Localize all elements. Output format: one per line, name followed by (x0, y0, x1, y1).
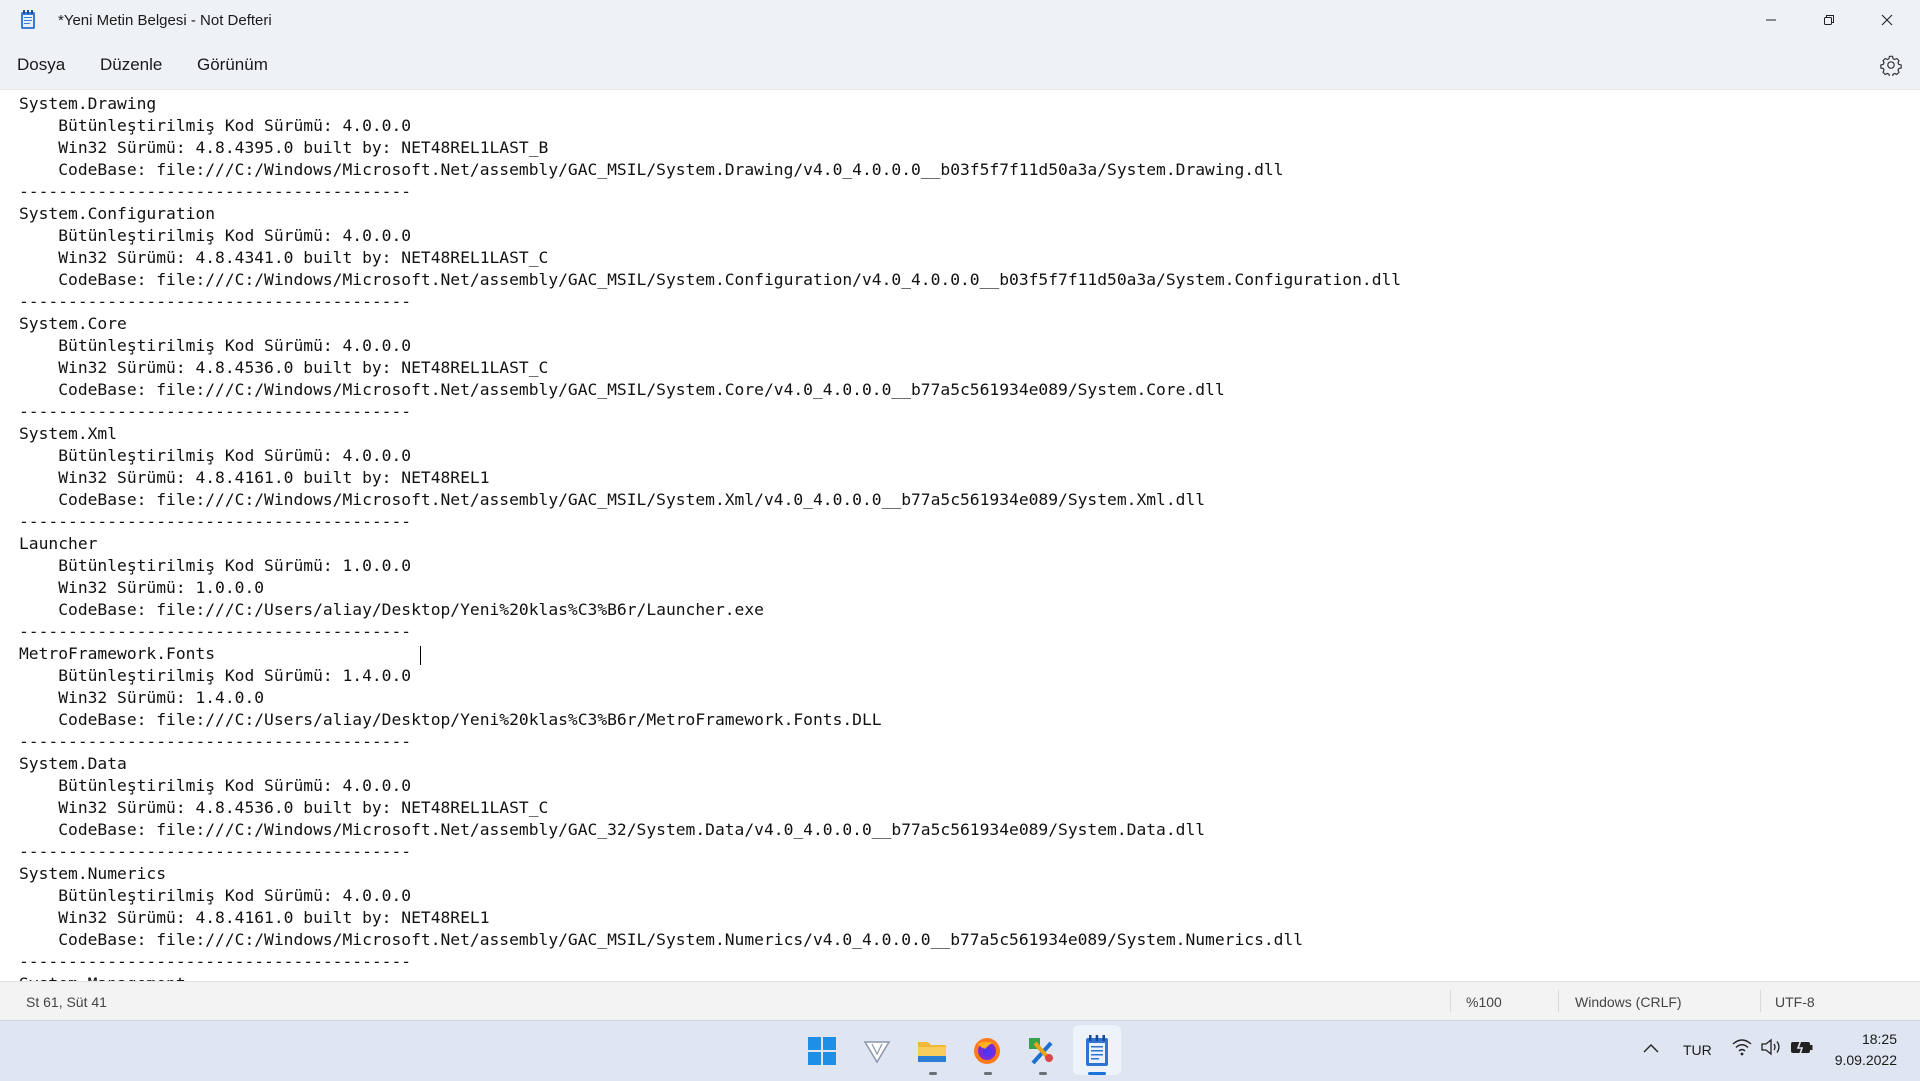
editor-line[interactable]: ---------------------------------------- (19, 512, 411, 531)
editor-line[interactable]: Bütünleştirilmiş Kod Sürümü: 1.0.0.0 (19, 556, 411, 575)
editor-line[interactable]: Win32 Sürümü: 4.8.4536.0 built by: NET48… (19, 798, 548, 817)
editor-line[interactable]: CodeBase: file:///C:/Windows/Microsoft.N… (19, 160, 1283, 179)
editor-line[interactable]: Win32 Sürümü: 4.8.4161.0 built by: NET48… (19, 908, 489, 927)
clock-date[interactable]: 9.09.2022 (1830, 1052, 1897, 1068)
text-editor[interactable]: System.Drawing Bütünleştirilmiş Kod Sürü… (0, 89, 1920, 982)
clock-time[interactable]: 18:25 (1860, 1031, 1897, 1047)
editor-line[interactable]: Win32 Sürümü: 4.8.4536.0 built by: NET48… (19, 358, 548, 377)
menu-edit[interactable]: Düzenle (100, 55, 162, 75)
wifi-icon[interactable] (1731, 1038, 1753, 1061)
editor-line[interactable]: ---------------------------------------- (19, 182, 411, 201)
minimize-button[interactable] (1742, 0, 1800, 40)
title-bar: *Yeni Metin Belgesi - Not Defteri (0, 0, 1920, 40)
editor-line[interactable]: CodeBase: file:///C:/Windows/Microsoft.N… (19, 490, 1205, 509)
editor-line[interactable]: ---------------------------------------- (19, 292, 411, 311)
editor-line[interactable]: CodeBase: file:///C:/Windows/Microsoft.N… (19, 380, 1224, 399)
editor-line[interactable]: Bütünleştirilmiş Kod Sürümü: 4.0.0.0 (19, 336, 411, 355)
editor-line[interactable]: ---------------------------------------- (19, 842, 411, 861)
editor-line[interactable]: Bütünleştirilmiş Kod Sürümü: 4.0.0.0 (19, 776, 411, 795)
editor-line[interactable]: CodeBase: file:///C:/Windows/Microsoft.N… (19, 270, 1401, 289)
editor-line[interactable]: Launcher (19, 534, 97, 553)
zoom-level: %100 (1466, 994, 1502, 1010)
editor-line[interactable]: Win32 Sürümü: 4.8.4341.0 built by: NET48… (19, 248, 548, 267)
close-button[interactable] (1858, 0, 1916, 40)
gear-icon[interactable] (1880, 54, 1902, 78)
notepad-taskbar-icon[interactable] (1077, 1031, 1117, 1071)
editor-line[interactable]: System.Numerics (19, 864, 166, 883)
menu-bar: Dosya Düzenle Görünüm (0, 40, 1920, 89)
editor-line[interactable]: Bütünleştirilmiş Kod Sürümü: 4.0.0.0 (19, 446, 411, 465)
status-divider (1558, 990, 1559, 1012)
editor-line[interactable]: ---------------------------------------- (19, 952, 411, 971)
encoding: UTF-8 (1775, 994, 1815, 1010)
language-indicator[interactable]: TUR (1683, 1042, 1712, 1058)
restore-icon (1824, 15, 1834, 25)
editor-line[interactable]: Win32 Sürümü: 4.8.4395.0 built by: NET48… (19, 138, 548, 157)
editor-line[interactable]: ---------------------------------------- (19, 732, 411, 751)
windows-start-icon[interactable] (802, 1031, 842, 1071)
active-app-indicator (1088, 1072, 1106, 1075)
editor-line[interactable]: System.Core (19, 314, 127, 333)
editor-line[interactable]: Bütünleştirilmiş Kod Sürümü: 4.0.0.0 (19, 886, 411, 905)
running-indicator (1039, 1072, 1047, 1075)
menu-file[interactable]: Dosya (17, 55, 65, 75)
close-icon (1881, 14, 1893, 26)
editor-line[interactable]: Win32 Sürümü: 1.4.0.0 (19, 688, 264, 707)
running-indicator (984, 1072, 992, 1075)
menu-view[interactable]: Görünüm (197, 55, 268, 75)
status-divider (1450, 990, 1451, 1012)
file-explorer-icon[interactable] (912, 1031, 952, 1071)
window-title: *Yeni Metin Belgesi - Not Defteri (58, 12, 272, 29)
cursor-position: St 61, Süt 41 (26, 994, 107, 1010)
editor-line[interactable]: Win32 Sürümü: 1.0.0.0 (19, 578, 264, 597)
status-bar: St 61, Süt 41 %100 Windows (CRLF) UTF-8 (0, 981, 1920, 1021)
firefox-icon[interactable] (967, 1031, 1007, 1071)
editor-line[interactable]: MetroFramework.Fonts (19, 644, 215, 663)
vectorize-app-icon[interactable] (857, 1031, 897, 1071)
editor-line[interactable]: System.Configuration (19, 204, 215, 223)
editor-line[interactable]: ---------------------------------------- (19, 402, 411, 421)
editor-line[interactable]: Bütünleştirilmiş Kod Sürümü: 4.0.0.0 (19, 226, 411, 245)
tools-app-icon[interactable] (1022, 1031, 1062, 1071)
battery-icon[interactable] (1790, 1039, 1814, 1060)
running-indicator (929, 1072, 937, 1075)
editor-line[interactable]: CodeBase: file:///C:/Windows/Microsoft.N… (19, 820, 1205, 839)
line-ending: Windows (CRLF) (1575, 994, 1682, 1010)
restore-button[interactable] (1800, 0, 1858, 40)
editor-line[interactable]: CodeBase: file:///C:/Windows/Microsoft.N… (19, 930, 1303, 949)
notepad-icon (20, 10, 36, 30)
chevron-up-icon[interactable] (1642, 1041, 1660, 1059)
editor-line[interactable]: Win32 Sürümü: 4.8.4161.0 built by: NET48… (19, 468, 489, 487)
status-divider (1760, 990, 1761, 1012)
volume-icon[interactable] (1760, 1038, 1782, 1061)
editor-line[interactable]: System.Drawing (19, 94, 156, 113)
editor-content[interactable]: System.Drawing Bütünleştirilmiş Kod Sürü… (19, 93, 1401, 982)
editor-line[interactable]: Bütünleştirilmiş Kod Sürümü: 1.4.0.0 (19, 666, 411, 685)
editor-line[interactable]: System.Data (19, 754, 127, 773)
editor-line[interactable]: Bütünleştirilmiş Kod Sürümü: 4.0.0.0 (19, 116, 411, 135)
editor-line[interactable]: System.Xml (19, 424, 117, 443)
editor-line[interactable]: ---------------------------------------- (19, 622, 411, 641)
taskbar: TUR 18:25 9.09.2022 (0, 1020, 1920, 1081)
minimize-icon (1766, 19, 1776, 21)
text-caret (420, 646, 421, 665)
editor-line[interactable]: CodeBase: file:///C:/Users/aliay/Desktop… (19, 600, 764, 619)
editor-line[interactable]: CodeBase: file:///C:/Users/aliay/Desktop… (19, 710, 881, 729)
